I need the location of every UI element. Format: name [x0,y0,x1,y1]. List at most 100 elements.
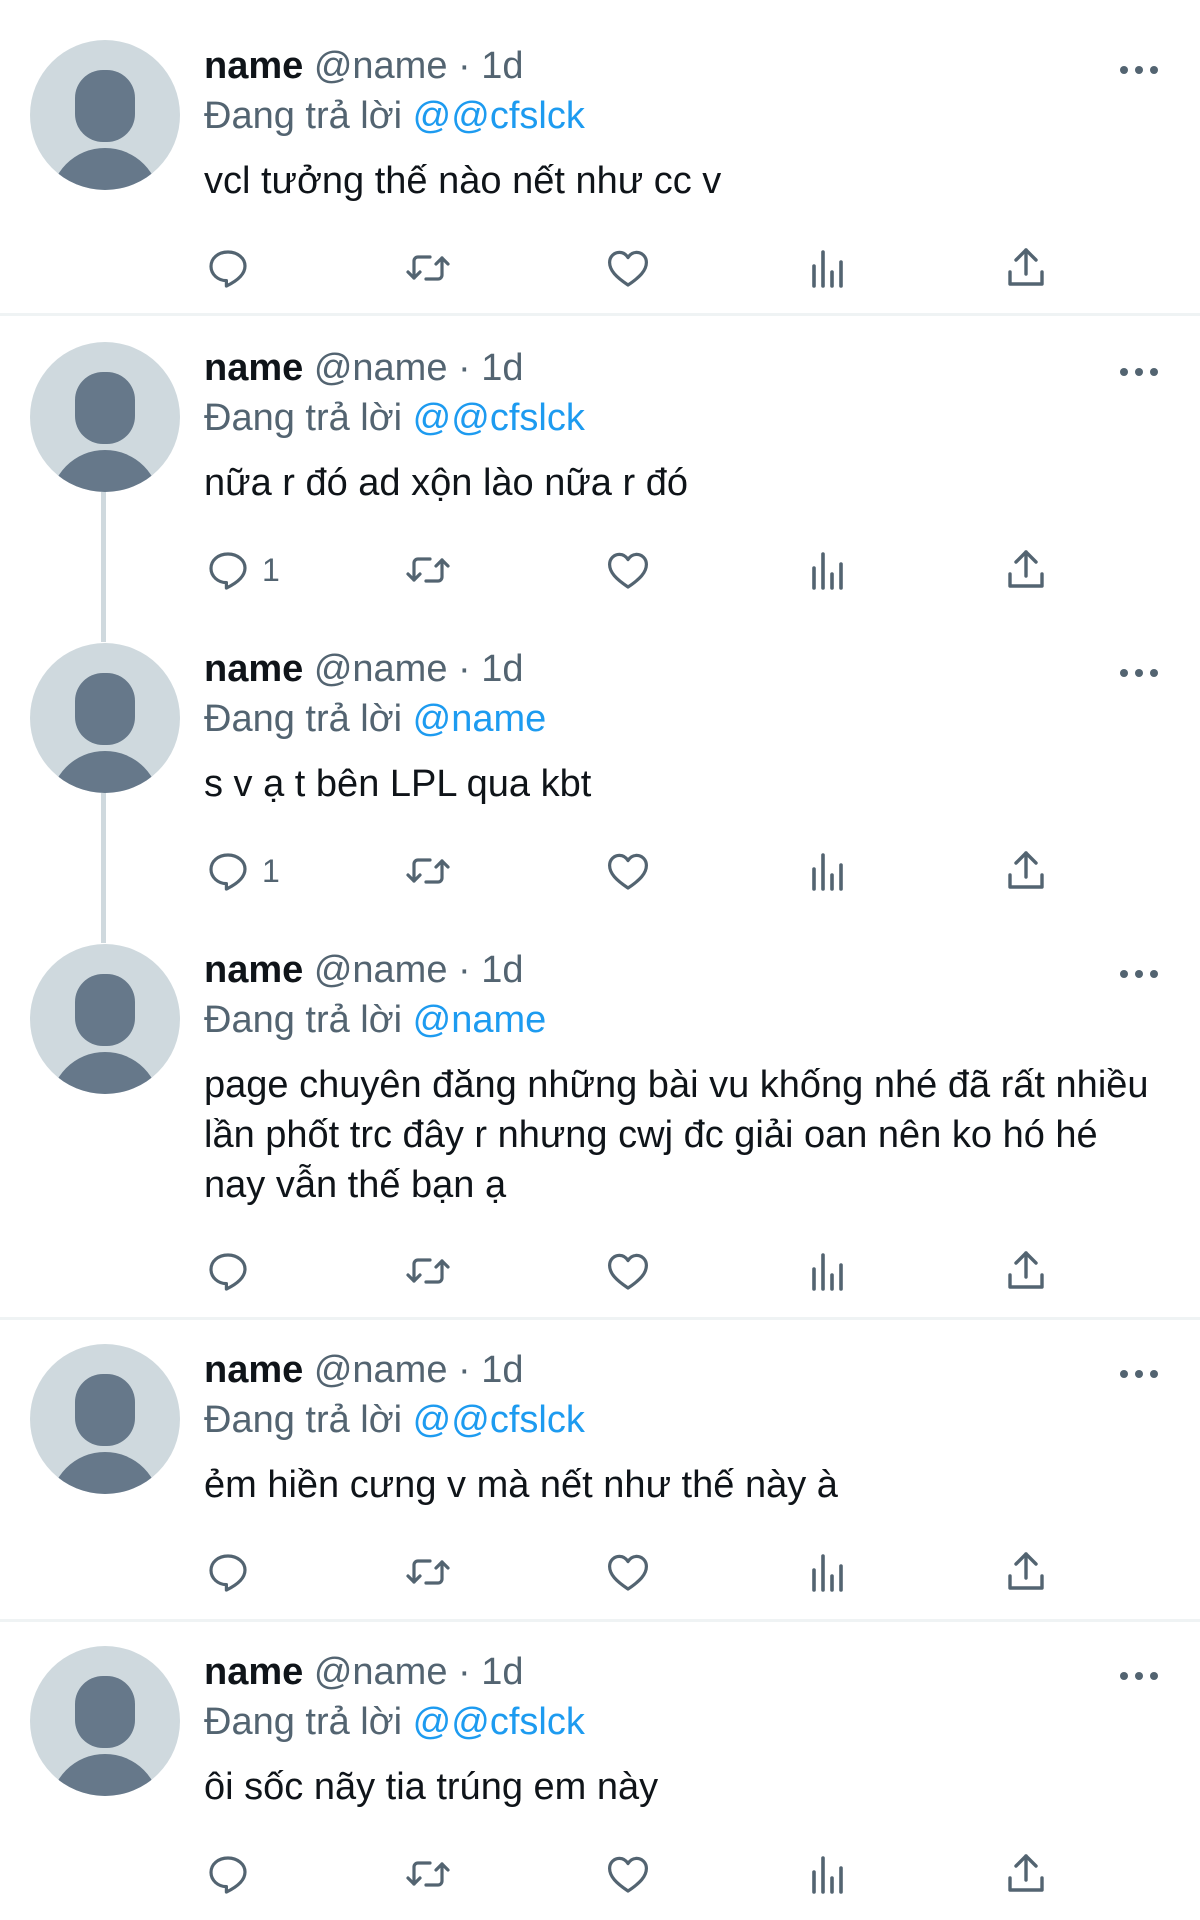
user-name[interactable]: name [204,949,303,991]
thread-line [101,492,106,642]
share-button[interactable] [1002,243,1050,293]
share-icon [1008,1854,1044,1892]
views-button[interactable] [804,545,852,595]
avatar[interactable] [30,944,180,1094]
more-icon[interactable] [1118,362,1160,382]
avatar[interactable] [30,342,180,492]
tweet-text: ẻm hiền cưng v mà nết như thế này à [204,1464,838,1506]
retweet-button[interactable] [404,243,452,293]
share-button[interactable] [1002,1547,1050,1597]
views-button[interactable] [804,1547,852,1597]
more-icon[interactable] [1118,964,1160,984]
more-icon[interactable] [1118,1666,1160,1686]
share-icon [1008,851,1044,889]
avatar-body [50,751,160,793]
views-button[interactable] [804,1246,852,1296]
reply-button[interactable] [204,1849,262,1899]
heart-icon [608,1856,648,1893]
avatar[interactable] [30,1646,180,1796]
reply-button[interactable]: 1 [204,545,280,595]
reply-count: 1 [262,852,280,889]
views-button[interactable] [804,243,852,293]
tweet-text: vcl tưởng thế nào nết như cc v [204,160,722,202]
mention-link[interactable]: @@cfslck [413,1399,585,1441]
retweet-icon [406,858,450,884]
more-icon[interactable] [1118,60,1160,80]
share-icon [1008,248,1044,286]
user-handle[interactable]: @name [314,949,448,991]
retweet-button[interactable] [404,1246,452,1296]
like-button[interactable] [604,846,652,896]
share-button[interactable] [1002,1246,1050,1296]
user-name[interactable]: name [204,347,303,389]
views-icon [812,853,843,891]
like-button[interactable] [604,1246,652,1296]
user-handle[interactable]: @name [314,347,448,389]
user-name[interactable]: name [204,45,303,87]
avatar-head [75,1676,135,1748]
like-button[interactable] [604,545,652,595]
mention-link[interactable]: @name [413,999,547,1041]
share-button[interactable] [1002,1849,1050,1899]
reply-icon [209,1554,247,1592]
views-icon [812,1856,843,1894]
avatar-head [75,70,135,142]
mention-link[interactable]: @@cfslck [413,1701,585,1743]
reply-button[interactable]: 1 [204,846,280,896]
replying-to: Đang trả lời @name [204,695,546,743]
like-button[interactable] [604,1849,652,1899]
user-handle[interactable]: @name [314,648,448,690]
tweet-header: name @name · 1d [204,946,524,994]
user-handle[interactable]: @name [314,1349,448,1391]
more-icon[interactable] [1118,663,1160,683]
replying-to-label: Đang trả lời [204,1701,403,1743]
avatar-head [75,974,135,1046]
share-button[interactable] [1002,846,1050,896]
user-name[interactable]: name [204,648,303,690]
retweet-button[interactable] [404,545,452,595]
timestamp[interactable]: · 1d [458,949,523,991]
avatar-body [50,1052,160,1094]
reply-button[interactable] [204,243,262,293]
share-icon [1008,550,1044,588]
more-icon[interactable] [1118,1364,1160,1384]
replying-to: Đang trả lời @@cfslck [204,1396,585,1444]
timestamp[interactable]: · 1d [458,1349,523,1391]
mention-link[interactable]: @@cfslck [413,397,585,439]
tweet-header: name @name · 1d [204,645,524,693]
tweet-header: name @name · 1d [204,42,524,90]
mention-link[interactable]: @name [413,698,547,740]
avatar[interactable] [30,1344,180,1494]
views-button[interactable] [804,846,852,896]
mention-link[interactable]: @@cfslck [413,95,585,137]
avatar[interactable] [30,40,180,190]
user-handle[interactable]: @name [314,45,448,87]
avatar-head [75,1374,135,1446]
retweet-button[interactable] [404,1849,452,1899]
avatar-head [75,673,135,745]
user-name[interactable]: name [204,1349,303,1391]
share-button[interactable] [1002,545,1050,595]
reply-button[interactable] [204,1547,262,1597]
tweet-actions [204,1849,1104,1899]
like-button[interactable] [604,243,652,293]
reply-button[interactable] [204,1246,262,1296]
retweet-button[interactable] [404,846,452,896]
views-button[interactable] [804,1849,852,1899]
retweet-button[interactable] [404,1547,452,1597]
retweet-icon [406,255,450,281]
user-name[interactable]: name [204,1651,303,1693]
replying-to: Đang trả lời @@cfslck [204,394,585,442]
timestamp[interactable]: · 1d [458,347,523,389]
retweet-icon [406,1861,450,1887]
timestamp[interactable]: · 1d [458,45,523,87]
avatar[interactable] [30,643,180,793]
reply-icon [209,552,247,590]
user-handle[interactable]: @name [314,1651,448,1693]
replying-to-label: Đang trả lời [204,397,403,439]
timestamp[interactable]: · 1d [458,648,523,690]
timestamp[interactable]: · 1d [458,1651,523,1693]
tweet-actions [204,1547,1104,1597]
like-button[interactable] [604,1547,652,1597]
views-icon [812,552,843,590]
